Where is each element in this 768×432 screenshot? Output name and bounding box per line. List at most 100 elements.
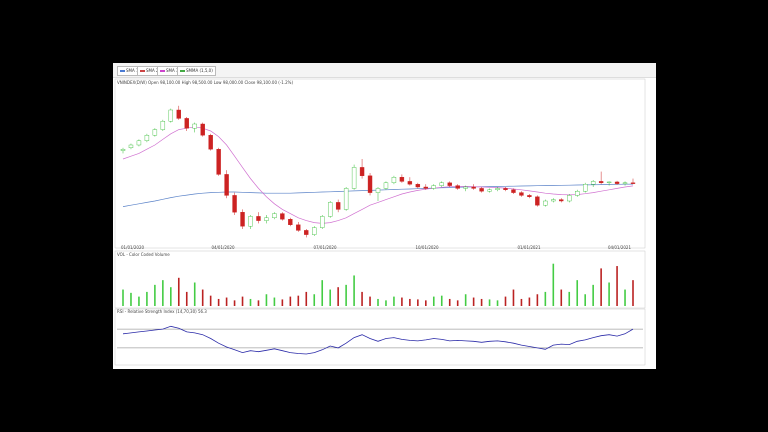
candle-body bbox=[590, 181, 596, 185]
candle-body bbox=[527, 195, 532, 197]
candle-body bbox=[216, 148, 221, 175]
candle-body bbox=[327, 202, 333, 217]
candle-body bbox=[535, 196, 540, 206]
volume-bar bbox=[528, 297, 531, 306]
volume-bar bbox=[456, 300, 459, 306]
volume-bar bbox=[122, 289, 124, 306]
volume-bar bbox=[560, 289, 563, 306]
candle-body bbox=[407, 181, 413, 185]
volume-bar bbox=[624, 289, 626, 306]
volume-bar bbox=[409, 298, 411, 306]
candle-body bbox=[543, 200, 548, 206]
candle-body bbox=[606, 181, 612, 183]
volume-bar bbox=[496, 300, 499, 306]
candle-body bbox=[551, 199, 556, 202]
volume-bar bbox=[201, 289, 204, 306]
candle-body bbox=[192, 123, 197, 129]
volume-bar bbox=[130, 292, 132, 306]
volume-bar bbox=[273, 297, 276, 306]
candle-body bbox=[184, 118, 189, 129]
volume-bar bbox=[313, 294, 316, 306]
volume-bar bbox=[600, 268, 602, 306]
candle-body bbox=[495, 188, 500, 191]
volume-bar bbox=[480, 298, 483, 306]
candle-body bbox=[248, 216, 253, 227]
volume-bar bbox=[305, 291, 308, 306]
volume-bar bbox=[265, 294, 268, 306]
candle-body bbox=[431, 185, 436, 189]
candle-body bbox=[511, 189, 516, 193]
candle-body bbox=[208, 134, 213, 150]
volume-bar bbox=[632, 280, 634, 306]
candle-body bbox=[240, 211, 245, 227]
volume-bar bbox=[425, 300, 427, 306]
volume-bar bbox=[432, 296, 435, 306]
volume-bar bbox=[377, 298, 379, 306]
date-tick-label: 10/01/2020 bbox=[415, 245, 439, 250]
rsi-header: RSI - Relative Strength Index (14,70,30)… bbox=[117, 309, 207, 314]
candle-body bbox=[622, 182, 628, 184]
candle-body bbox=[264, 217, 269, 221]
candle-body bbox=[487, 189, 492, 192]
volume-bar bbox=[576, 280, 579, 306]
volume-bar bbox=[361, 291, 363, 306]
volume-bar bbox=[329, 289, 331, 306]
candle-body bbox=[598, 181, 604, 184]
candle-body bbox=[567, 195, 572, 202]
volume-bar bbox=[170, 287, 172, 306]
volume-pane: VOL - Color Coded Volume bbox=[114, 250, 646, 309]
volume-bar bbox=[568, 291, 571, 306]
candle-body bbox=[304, 230, 309, 235]
volume-bar bbox=[337, 287, 339, 306]
volume-bar bbox=[464, 294, 467, 306]
candle-body bbox=[128, 144, 134, 148]
date-tick-label: 04/01/2020 bbox=[211, 245, 235, 250]
volume-bar bbox=[616, 266, 618, 306]
volume-bar bbox=[249, 298, 252, 306]
candle-body bbox=[168, 109, 174, 122]
candle-body bbox=[359, 167, 365, 177]
candle-body bbox=[559, 199, 564, 202]
date-tick-label: 01/01/2021 bbox=[517, 245, 541, 250]
price-header: VNINDEX(D/W) Open 98,100.00 High 98,500.… bbox=[117, 80, 293, 85]
candle-body bbox=[144, 134, 150, 141]
volume-bar bbox=[393, 296, 395, 306]
volume-bar bbox=[289, 296, 292, 306]
chart-window: SMA 1 SMA 2 SMA 3 SMMA (1,5,0) VNINDEX(D… bbox=[113, 63, 656, 369]
candle-body bbox=[383, 182, 389, 189]
volume-bar bbox=[440, 295, 443, 306]
candle-body bbox=[367, 175, 373, 193]
volume-bar bbox=[281, 299, 284, 306]
volume-bar bbox=[369, 296, 371, 306]
candle-body bbox=[439, 182, 444, 186]
candle-body bbox=[582, 183, 588, 192]
volume-header: VOL - Color Coded Volume bbox=[117, 252, 170, 257]
volume-bar bbox=[504, 296, 507, 306]
candle-body bbox=[120, 148, 126, 151]
volume-bar bbox=[217, 298, 220, 306]
candle-body bbox=[399, 176, 405, 182]
volume-bar bbox=[401, 297, 403, 306]
candle-body bbox=[575, 190, 580, 196]
candle-body bbox=[479, 188, 484, 192]
volume-bar bbox=[472, 297, 475, 306]
candle-body bbox=[335, 202, 341, 210]
candle-body bbox=[423, 186, 429, 189]
volume-bar bbox=[584, 294, 586, 306]
stock-chart[interactable]: VNINDEX(D/W) Open 98,100.00 High 98,500.… bbox=[113, 63, 656, 369]
volume-bar bbox=[209, 295, 212, 306]
candle-body bbox=[375, 188, 381, 193]
candle-body bbox=[519, 192, 524, 196]
volume-bar bbox=[297, 295, 300, 306]
candle-body bbox=[471, 186, 476, 189]
candle-body bbox=[463, 186, 468, 189]
date-tick-label: 07/01/2020 bbox=[313, 245, 337, 250]
candle-body bbox=[614, 181, 620, 184]
candle-body bbox=[455, 185, 460, 189]
candle-body bbox=[630, 182, 636, 184]
volume-bar bbox=[552, 263, 555, 306]
candle-body bbox=[296, 224, 301, 231]
volume-bar bbox=[162, 280, 164, 306]
volume-bar bbox=[257, 300, 260, 306]
candle-body bbox=[343, 188, 349, 210]
